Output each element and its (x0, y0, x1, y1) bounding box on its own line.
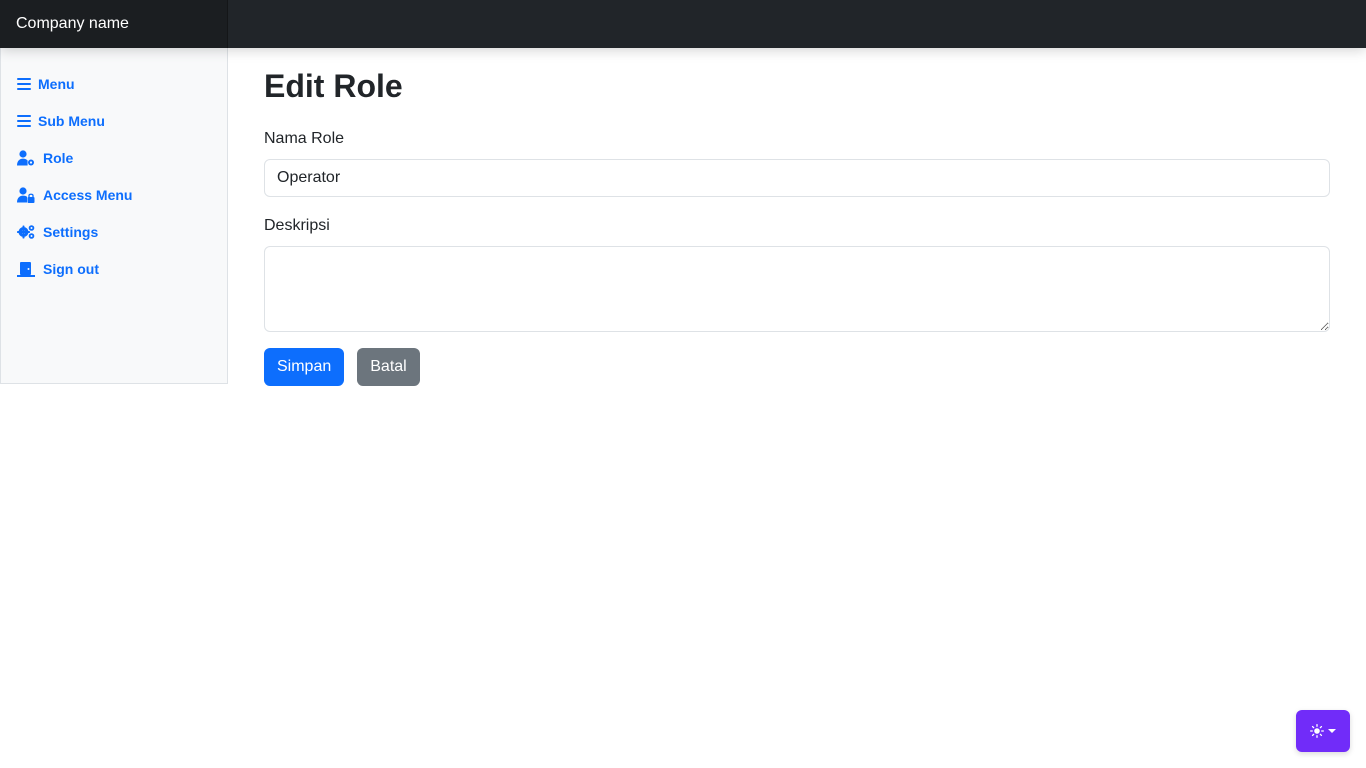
sidebar-item-sign-out[interactable]: Sign out (1, 250, 227, 287)
theme-toggle-button[interactable] (1296, 710, 1350, 752)
page-title: Edit Role (264, 68, 403, 104)
role-name-input[interactable] (264, 159, 1330, 197)
main-content: Edit Role Nama Role Deskripsi Simpan Bat… (264, 48, 1330, 386)
gears-icon (17, 224, 35, 240)
user-lock-icon (17, 186, 35, 203)
sidebar-item-label: Sign out (43, 260, 99, 277)
sidebar-item-access-menu[interactable]: Access Menu (1, 176, 227, 213)
sidebar-item-role[interactable]: Role (1, 139, 227, 176)
door-icon (17, 261, 35, 277)
sidebar-item-label: Access Menu (43, 186, 133, 203)
sidebar-item-sub-menu[interactable]: Sub Menu (1, 102, 227, 139)
role-name-label: Nama Role (264, 130, 345, 147)
sidebar-item-label: Settings (43, 223, 99, 240)
sidebar: Menu Sub Menu Role Access Menu Settings … (0, 48, 228, 384)
cancel-button[interactable]: Batal (357, 348, 420, 386)
top-navbar: Company name (0, 0, 1366, 48)
chevron-down-icon (1328, 729, 1336, 733)
bars-icon (17, 76, 31, 92)
sidebar-item-menu[interactable]: Menu (1, 65, 227, 102)
user-gear-icon (17, 149, 35, 166)
brand-name[interactable]: Company name (0, 0, 228, 48)
description-textarea[interactable] (264, 246, 1330, 332)
form-actions: Simpan Batal (264, 348, 1330, 386)
bars-icon (17, 113, 31, 129)
description-label: Deskripsi (264, 217, 330, 234)
sun-icon (1310, 724, 1324, 738)
sidebar-item-settings[interactable]: Settings (1, 213, 227, 250)
edit-role-form: Nama Role Deskripsi Simpan Batal (264, 129, 1330, 386)
sidebar-item-label: Role (43, 149, 74, 166)
sidebar-item-label: Sub Menu (38, 112, 105, 129)
save-button[interactable]: Simpan (264, 348, 345, 386)
sidebar-item-label: Menu (38, 75, 75, 92)
